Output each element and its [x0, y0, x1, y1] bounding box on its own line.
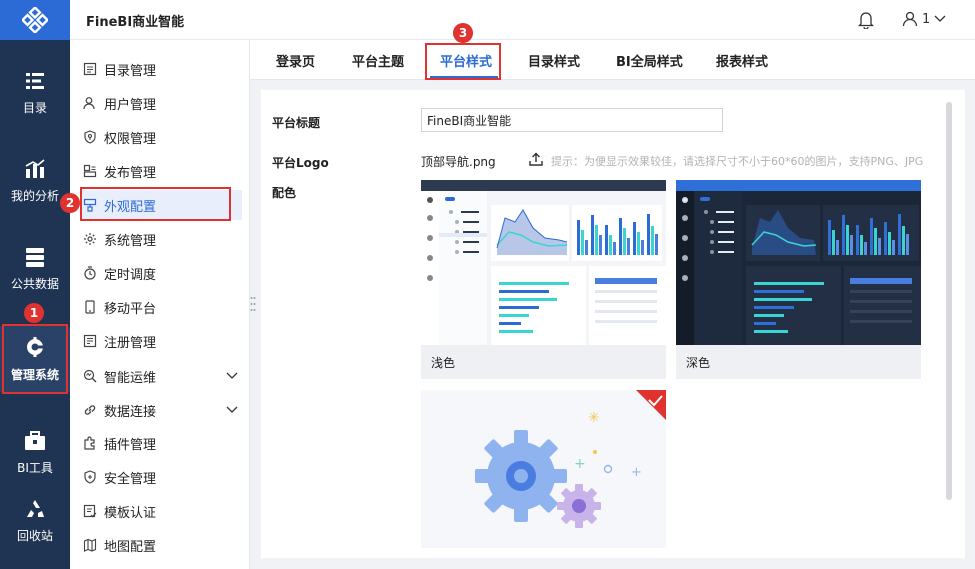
- mobile-icon: [82, 299, 98, 315]
- chevron-down-icon[interactable]: [226, 403, 238, 418]
- theme-light-card[interactable]: 浅色: [421, 180, 666, 379]
- ops-icon: [82, 368, 98, 384]
- sidebar-item-link[interactable]: 数据连接: [82, 395, 242, 425]
- tab-1[interactable]: 平台主题: [352, 40, 404, 80]
- svg-text:+: +: [631, 465, 642, 480]
- sidebar-item-label: 智能运维: [104, 370, 157, 386]
- platform-title-label: 平台标题: [272, 116, 321, 130]
- sidebar-item-security[interactable]: 安全管理: [82, 462, 242, 492]
- panel-scrollbar[interactable]: [946, 102, 952, 500]
- sidebar-item-publish[interactable]: 发布管理: [82, 156, 242, 186]
- dark-theme-preview-image: [676, 180, 921, 345]
- sidebar-item-mobile[interactable]: 移动平台: [82, 292, 242, 322]
- shield-key-icon: [82, 129, 98, 145]
- sidebar-item-label: 安全管理: [104, 471, 157, 487]
- annotation-box-management: [2, 324, 68, 394]
- annotation-box-appearance: [80, 187, 231, 221]
- sidebar-item-label: 地图配置: [104, 539, 157, 555]
- chevron-down-icon: [934, 15, 946, 22]
- theme-dark-card[interactable]: 深色: [676, 180, 921, 379]
- sidebar-item-label: 插件管理: [104, 437, 157, 453]
- recycle-icon: [27, 499, 44, 517]
- link-icon: [82, 402, 98, 418]
- catalog-icon: [82, 61, 98, 77]
- theme-dark-caption: 深色: [676, 345, 921, 379]
- user-name: 1: [922, 11, 931, 27]
- tab-0[interactable]: 登录页: [276, 40, 315, 80]
- app-logo[interactable]: [0, 0, 70, 40]
- brand-title: FineBI商业智能: [86, 15, 185, 30]
- sidebar-item-timer[interactable]: 定时调度: [82, 258, 242, 288]
- sidebar-item-label: 注册管理: [104, 335, 157, 351]
- main-nav-rail: 目录 我的分析 公共数据 管理系统 BI工具 回收站: [0, 0, 70, 569]
- sidebar-item-ops[interactable]: 智能运维: [82, 361, 242, 391]
- theme-light-caption: 浅色: [421, 345, 666, 379]
- platform-title-input[interactable]: [421, 108, 723, 132]
- sidebar-item-label: 权限管理: [104, 131, 157, 147]
- annotation-badge-step1: 1: [24, 303, 44, 323]
- sidebar-item-user[interactable]: 用户管理: [82, 88, 242, 118]
- gear-icon: [82, 231, 98, 247]
- rail-label: BI工具: [17, 460, 53, 475]
- sidebar-item-label: 模板认证: [104, 505, 157, 521]
- register-icon: [82, 333, 98, 349]
- rail-label: 回收站: [16, 528, 53, 543]
- database-icon: [26, 247, 44, 267]
- annotation-box-platform-style-tab: [425, 43, 501, 80]
- sidebar-item-template[interactable]: 模板认证: [82, 496, 242, 526]
- timer-icon: [82, 265, 98, 281]
- rail-label: 我的分析: [10, 188, 59, 203]
- bar-chart-icon: [25, 158, 45, 178]
- logo-upload-hint: 提示：为便显示效果较佳，请选择尺寸不小于60*60的图片，支持PNG、JPG: [551, 155, 924, 168]
- sidebar-item-register[interactable]: 注册管理: [82, 326, 242, 356]
- sidebar-item-label: 移动平台: [104, 301, 157, 317]
- logo-filename: 顶部导航.png: [421, 155, 496, 169]
- sidebar-item-gear[interactable]: 系统管理: [82, 224, 242, 254]
- plugin-icon: [82, 435, 98, 451]
- light-theme-preview-image: [421, 180, 666, 345]
- rail-item-bi-tools[interactable]: BI工具: [0, 418, 70, 488]
- color-scheme-label: 配色: [272, 186, 297, 200]
- rail-item-recycle-bin[interactable]: 回收站: [0, 486, 70, 556]
- rail-label: 目录: [22, 100, 47, 115]
- user-icon: [82, 95, 98, 111]
- sidebar-item-label: 目录管理: [104, 63, 157, 79]
- sidebar-item-label: 数据连接: [104, 404, 157, 420]
- svg-text:✳: ✳: [588, 410, 600, 426]
- rail-item-catalog[interactable]: 目录: [0, 58, 70, 128]
- finebi-logo-icon: [22, 7, 48, 33]
- tab-3[interactable]: 目录样式: [528, 40, 580, 80]
- theme-custom-card[interactable]: ✳ + +: [421, 390, 666, 548]
- sidebar-item-plugin[interactable]: 插件管理: [82, 428, 242, 458]
- publish-icon: [82, 163, 98, 179]
- sidebar-item-map[interactable]: 地图配置: [82, 530, 242, 560]
- top-header: FineBI商业智能 1: [70, 0, 975, 40]
- rail-label: 公共数据: [10, 276, 59, 291]
- template-icon: [82, 503, 98, 519]
- map-icon: [82, 537, 98, 553]
- rail-item-public-data[interactable]: 公共数据: [0, 234, 70, 304]
- sidebar-resize-handle[interactable]: [250, 296, 256, 312]
- sidebar-item-label: 系统管理: [104, 233, 157, 249]
- sidebar-item-label: 发布管理: [104, 165, 157, 181]
- security-icon: [82, 469, 98, 485]
- upload-icon[interactable]: [529, 152, 543, 166]
- annotation-badge-step2: 2: [60, 193, 80, 213]
- svg-text:+: +: [574, 456, 586, 472]
- gears-illustration: ✳ + +: [475, 390, 666, 528]
- sidebar-item-shield-key[interactable]: 权限管理: [82, 122, 242, 152]
- user-menu[interactable]: 1: [902, 11, 946, 27]
- toolbox-icon: [25, 430, 45, 450]
- sidebar-item-label: 用户管理: [104, 97, 157, 113]
- annotation-badge-step3: 3: [453, 23, 473, 43]
- tab-5[interactable]: 报表样式: [716, 40, 768, 80]
- sidebar-item-label: 定时调度: [104, 267, 157, 283]
- user-icon: [902, 11, 918, 27]
- bell-icon[interactable]: [858, 11, 874, 29]
- platform-logo-label: 平台Logo: [272, 156, 329, 170]
- catalog-list-icon: [26, 72, 44, 89]
- sidebar-item-catalog[interactable]: 目录管理: [82, 54, 242, 84]
- tab-4[interactable]: BI全局样式: [616, 40, 683, 80]
- chevron-down-icon[interactable]: [226, 369, 238, 384]
